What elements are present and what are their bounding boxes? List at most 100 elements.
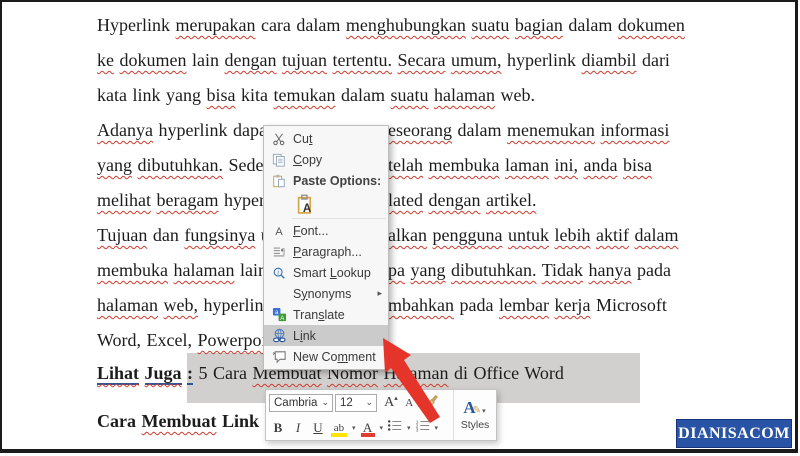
- menu-item-paragraph[interactable]: ¶Paragraph...: [264, 241, 388, 262]
- italic-button[interactable]: I: [289, 418, 307, 438]
- font-size-select[interactable]: 12 ⌄: [335, 394, 377, 412]
- doc-word: Office: [474, 363, 520, 383]
- doc-word: kata: [97, 85, 127, 105]
- doc-word: yang: [97, 155, 132, 175]
- doc-word: membuka: [428, 155, 499, 175]
- bullets-button[interactable]: [386, 418, 404, 438]
- doc-word: suatu: [390, 85, 428, 105]
- menu-item-label: New Comment: [293, 350, 387, 364]
- doc-word: web,: [163, 295, 198, 315]
- doc-word: yang: [166, 85, 201, 105]
- chevron-down-icon[interactable]: ⌄: [362, 397, 373, 408]
- doc-word: menemukan: [507, 120, 595, 140]
- menu-item-label: Cut: [293, 132, 387, 146]
- doc-word: bisa: [207, 85, 236, 105]
- svg-text:i: i: [277, 268, 279, 276]
- doc-word: dengan: [225, 50, 277, 70]
- doc-word: suatu: [471, 15, 509, 35]
- doc-word: di: [454, 363, 468, 383]
- highlight-dropdown-icon[interactable]: ▾: [351, 424, 357, 432]
- menu-item-link[interactable]: Link: [264, 325, 388, 346]
- menu-item-smart-lookup[interactable]: iSmart Lookup: [264, 262, 388, 283]
- font-color-dropdown-icon[interactable]: ▾: [379, 424, 385, 432]
- font-icon: A: [265, 224, 293, 238]
- doc-word: 5: [199, 363, 208, 383]
- doc-word: kerja: [554, 295, 590, 315]
- new-comment-icon: [265, 349, 293, 364]
- doc-word: Adanya: [97, 120, 153, 140]
- doc-line: Tujuan dan fungsinya u: [97, 223, 270, 247]
- doc-line: membuka halaman lain: [97, 258, 267, 282]
- doc-word: dengan: [428, 190, 480, 210]
- format-painter-icon: [424, 393, 439, 412]
- doc-line: ke dokumen lain dengan tujuan tertentu. …: [97, 48, 670, 72]
- doc-word: mbahkan: [388, 295, 454, 315]
- doc-word: Hyperlink: [97, 15, 170, 35]
- doc-word: ini,: [554, 155, 578, 175]
- doc-line: Cara Membuat Link di: [97, 409, 280, 433]
- doc-word: yang: [411, 260, 446, 280]
- bold-button[interactable]: B: [269, 418, 287, 438]
- menu-item-translate[interactable]: aATranslate: [264, 304, 388, 325]
- highlight-color-button[interactable]: ab: [329, 418, 349, 438]
- doc-word: membuka: [97, 260, 168, 280]
- numbering-button[interactable]: 123: [414, 418, 432, 438]
- doc-word: temukan: [274, 85, 336, 105]
- bullets-icon: [387, 419, 403, 436]
- doc-word: Membuat: [142, 411, 217, 431]
- doc-word: dari: [642, 50, 670, 70]
- menu-item-synonyms[interactable]: Synonyms▸: [264, 283, 388, 304]
- mini-toolbar-font-row: Cambria ⌄ 12 ⌄ A▴ A▾: [266, 390, 453, 415]
- doc-word: eseorang: [388, 120, 452, 140]
- svg-text:¶: ¶: [281, 246, 285, 256]
- styles-dropdown-icon: ▾: [481, 408, 487, 415]
- menu-item-new-comment[interactable]: New Comment: [264, 346, 388, 367]
- doc-word: dibutuhkan.: [138, 155, 224, 175]
- paste-keep-text-only-icon[interactable]: A: [293, 192, 319, 216]
- styles-button[interactable]: A✎▾ Styles: [453, 390, 496, 440]
- font-color-button[interactable]: A: [359, 418, 377, 438]
- doc-word: dokumen: [120, 50, 187, 70]
- svg-text:A: A: [275, 225, 283, 237]
- doc-word: Link: [222, 411, 259, 431]
- menu-item-copy[interactable]: Copy: [264, 149, 388, 170]
- doc-word: untuk: [508, 225, 549, 245]
- font-name-select[interactable]: Cambria ⌄: [269, 394, 333, 412]
- bullets-dropdown-icon[interactable]: ▾: [406, 424, 412, 432]
- chevron-down-icon[interactable]: ⌄: [318, 397, 329, 408]
- doc-line: pa yang dibutuhkan. Tidak hanya pada: [388, 258, 671, 282]
- doc-word: link: [132, 85, 160, 105]
- grow-font-button[interactable]: A▴: [382, 393, 400, 413]
- doc-line: yang dibutuhkan. Seder: [97, 153, 269, 177]
- doc-word: Word,: [97, 330, 141, 350]
- doc-word: pada: [637, 260, 671, 280]
- doc-line: melihat beragam hyper: [97, 188, 265, 212]
- format-painter-button[interactable]: [422, 393, 440, 413]
- menu-item-paste-options[interactable]: Paste Options:: [264, 170, 388, 191]
- numbering-dropdown-icon[interactable]: ▾: [434, 424, 440, 432]
- doc-word: bagian: [515, 15, 563, 35]
- doc-word: informasi: [600, 120, 669, 140]
- mini-toolbar-format-row: B I U ab ▾ A ▾ ▾ 123: [266, 415, 453, 440]
- doc-word: cara: [261, 15, 291, 35]
- doc-line: lated dengan artikel.: [388, 188, 536, 212]
- grow-font-caret-icon: ▴: [394, 394, 398, 402]
- doc-word: lembar: [499, 295, 549, 315]
- doc-word: anda: [583, 155, 617, 175]
- underline-button[interactable]: U: [309, 418, 327, 438]
- doc-word: Excel,: [147, 330, 192, 350]
- doc-word: alkan: [388, 225, 427, 245]
- shrink-font-button[interactable]: A▾: [402, 393, 420, 413]
- doc-word: pengguna: [432, 225, 502, 245]
- doc-word: hyper: [224, 190, 265, 210]
- numbering-icon: 123: [415, 419, 431, 436]
- doc-line: Adanya hyperlink dapa: [97, 118, 267, 142]
- paste-keep-text-only-button[interactable]: A: [264, 191, 388, 217]
- doc-word: Cara: [97, 411, 136, 431]
- menu-item-label: Font...: [293, 224, 387, 238]
- doc-word: merupakan: [175, 15, 255, 35]
- menu-item-cut[interactable]: Cut: [264, 128, 388, 149]
- menu-item-font[interactable]: A Font...: [264, 220, 388, 241]
- doc-word: dalam: [634, 225, 678, 245]
- font-size-value: 12: [340, 397, 353, 409]
